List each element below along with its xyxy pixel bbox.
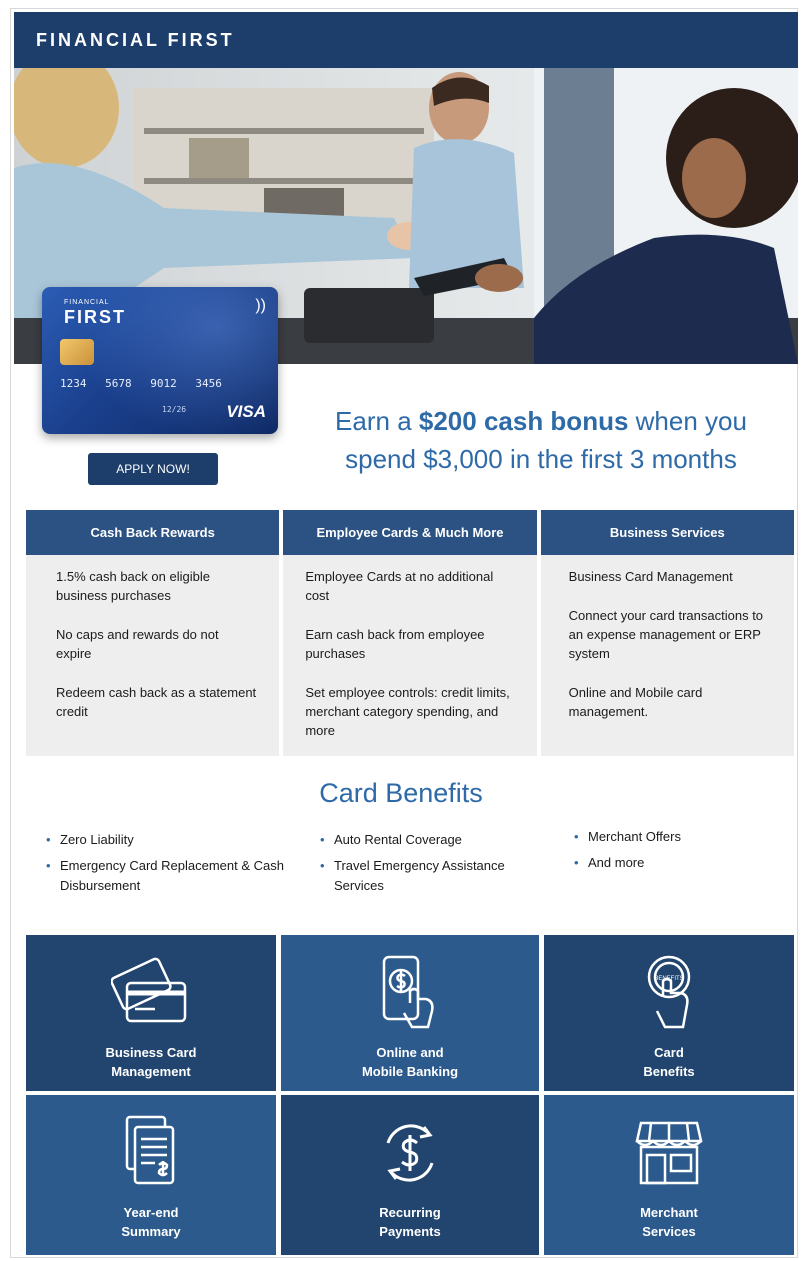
apply-now-button[interactable]: APPLY NOW! bbox=[88, 453, 218, 485]
card-number: 1234 5678 9012 3456 bbox=[60, 377, 222, 390]
card-brand-small: FINANCIAL bbox=[64, 299, 110, 306]
benefit-item: Emergency Card Replacement & Cash Disbur… bbox=[46, 856, 286, 896]
column-business-services: Business Services Business Card Manageme… bbox=[540, 510, 794, 756]
feature-item: Business Card Management bbox=[568, 569, 733, 584]
feature-item: Employee Cards at no additional cost bbox=[305, 569, 494, 603]
benefit-item: Travel Emergency Assistance Services bbox=[320, 856, 520, 896]
benefit-item: Zero Liability bbox=[46, 830, 286, 850]
column-cash-back: Cash Back Rewards 1.5% cash back on elig… bbox=[26, 510, 280, 756]
benefits-list-1: Zero Liability Emergency Card Replacemen… bbox=[46, 830, 286, 902]
tile-online-mobile-banking[interactable]: Online and Mobile Banking bbox=[281, 935, 539, 1091]
column-header: Business Services bbox=[540, 510, 794, 555]
feature-item: No caps and rewards do not expire bbox=[56, 627, 219, 661]
feature-item: Online and Mobile card management. bbox=[568, 685, 703, 719]
service-tiles: Business Card Management Online and Mobi… bbox=[26, 935, 794, 1255]
credit-cards-icon bbox=[111, 957, 187, 1023]
feature-item: Connect your card transactions to an exp… bbox=[568, 608, 764, 661]
card-brand-name: FIRST bbox=[64, 307, 126, 327]
benefits-list-3: Merchant Offers And more bbox=[574, 827, 754, 879]
benefits-list-2: Auto Rental Coverage Travel Emergency As… bbox=[320, 830, 520, 902]
card-expiry: 12/26 bbox=[162, 405, 187, 414]
tile-recurring-payments[interactable]: Recurring Payments bbox=[281, 1095, 539, 1255]
feature-item: 1.5% cash back on eligible business purc… bbox=[56, 569, 210, 603]
tile-label: Business Card Management bbox=[105, 1045, 197, 1079]
tile-business-card-management[interactable]: Business Card Management bbox=[26, 935, 276, 1091]
storefront-icon bbox=[635, 1121, 703, 1185]
tile-label: Year-end Summary bbox=[121, 1205, 181, 1239]
benefit-item: Auto Rental Coverage bbox=[320, 830, 520, 850]
credit-card-image: FINANCIAL FIRST )) 1234 5678 9012 3456 1… bbox=[42, 287, 278, 434]
feature-item: Redeem cash back as a statement credit bbox=[56, 685, 257, 719]
contactless-icon: )) bbox=[255, 297, 266, 314]
promo-headline: Earn a $200 cash bonus when you spend $3… bbox=[296, 402, 786, 478]
features-table: Cash Back Rewards 1.5% cash back on elig… bbox=[26, 510, 794, 756]
chip-icon bbox=[60, 339, 94, 365]
benefit-item: Merchant Offers bbox=[574, 827, 754, 847]
benefit-item: And more bbox=[574, 853, 754, 873]
tile-year-end-summary[interactable]: Year-end Summary bbox=[26, 1095, 276, 1255]
column-header: Cash Back Rewards bbox=[26, 510, 280, 555]
feature-item: Set employee controls: credit limits, me… bbox=[305, 685, 510, 738]
tile-label: Card Benefits bbox=[643, 1045, 695, 1079]
card-brand: FINANCIAL FIRST bbox=[64, 299, 126, 326]
header-bar: FINANCIAL FIRST bbox=[14, 12, 798, 68]
promo-line-2: spend $3,000 in the first 3 months bbox=[345, 444, 737, 474]
mobile-payment-icon bbox=[382, 955, 434, 1029]
recurring-dollar-icon bbox=[386, 1124, 434, 1182]
visa-logo: VISA bbox=[226, 402, 266, 421]
bonus-amount: $200 cash bonus bbox=[418, 406, 629, 436]
benefits-touch-icon: BENEFITS bbox=[647, 955, 691, 1029]
tile-label: Recurring Payments bbox=[379, 1205, 441, 1239]
brand-logo[interactable]: FINANCIAL FIRST bbox=[36, 30, 235, 51]
tile-label: Online and Mobile Banking bbox=[361, 1045, 459, 1079]
column-header: Employee Cards & Much More bbox=[283, 510, 537, 555]
tile-merchant-services[interactable]: Merchant Services bbox=[544, 1095, 794, 1255]
promo-line-1: Earn a $200 cash bonus when you bbox=[335, 406, 747, 436]
svg-text:BENEFITS: BENEFITS bbox=[654, 976, 683, 982]
feature-item: Earn cash back from employee purchases bbox=[305, 627, 485, 661]
card-benefits-title: Card Benefits bbox=[319, 778, 483, 808]
tile-label: Merchant Services bbox=[640, 1205, 698, 1239]
column-employee-cards: Employee Cards & Much More Employee Card… bbox=[283, 510, 537, 756]
tile-card-benefits[interactable]: BENEFITS Card Benefits bbox=[544, 935, 794, 1091]
document-summary-icon bbox=[125, 1115, 175, 1185]
